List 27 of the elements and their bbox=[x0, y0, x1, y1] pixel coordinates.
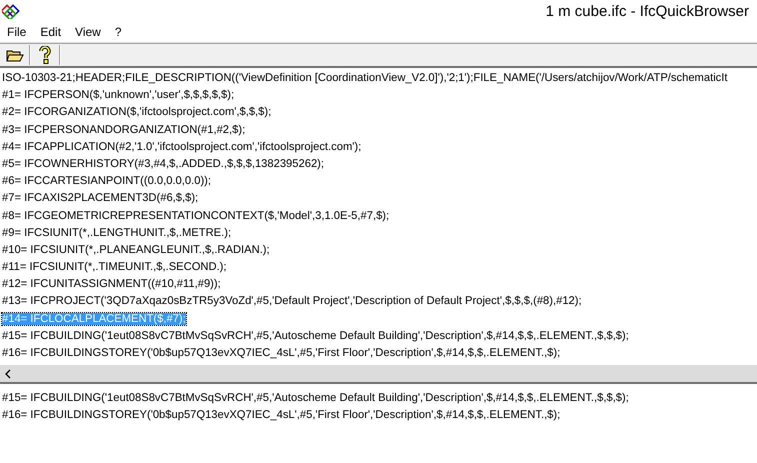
question-mark-icon bbox=[39, 46, 51, 64]
menu-item[interactable]: Edit bbox=[35, 25, 66, 39]
code-line[interactable]: #16= IFCBUILDINGSTOREY('0b$up57Q13evXQ7IEC_4sL',#5,'First Floor','Description',$,#14,$,$,.ELEMENT.,$); bbox=[2, 347, 560, 359]
code-line[interactable]: #4= IFCAPPLICATION(#2,'1.0','ifctoolsproject.com','ifctoolsproject.com'); bbox=[2, 140, 362, 153]
window-title: 1 m cube.ifc - IfcQuickBrowser bbox=[546, 2, 749, 20]
code-line[interactable]: #11= IFCSIUNIT(*,.TIMEUNIT.,$,.SECOND.); bbox=[2, 261, 227, 274]
app-logo-icon bbox=[2, 3, 22, 19]
horizontal-scrollbar[interactable] bbox=[0, 365, 757, 384]
code-line[interactable]: #5= IFCOWNERHISTORY(#3,#4,$,.ADDED.,$,$,$,1382395262); bbox=[2, 158, 324, 170]
code-line[interactable]: #15= IFCBUILDING('1eut08S8vC7BtMvSqSvRCH',#5,'Autoscheme Default Building','Description',$,#14,$,$,.ELEMENT.,$,$,$); bbox=[2, 392, 629, 404]
menu-item[interactable]: File bbox=[2, 25, 32, 39]
code-line[interactable]: #3= IFCPERSONANDORGANIZATION(#1,#2,$); bbox=[2, 124, 246, 136]
code-line[interactable]: #7= IFCAXIS2PLACEMENT3D(#6,$,$); bbox=[2, 192, 198, 204]
code-line[interactable]: #12= IFCUNITASSIGNMENT((#10,#11,#9)); bbox=[2, 278, 221, 290]
code-line[interactable]: #1= IFCPERSON($,'unknown','user',$,$,$,$,$); bbox=[2, 89, 234, 102]
code-line[interactable]: #2= IFCORGANIZATION($,'ifctoolsproject.com',$,$,$); bbox=[2, 106, 272, 118]
code-line[interactable]: #15= IFCBUILDING('1eut08S8vC7BtMvSqSvRCH',#5,'Autoscheme Default Building','Description',$,#14,$,$,.ELEMENT.,$,$,$); bbox=[2, 330, 629, 342]
code-line[interactable]: #13= IFCPROJECT('3QD7aXqaz0sBzTR5y3VoZd',#5,'Default Project','Description of Default Project',$,$,$,(#8),#12); bbox=[2, 295, 582, 308]
menu-item[interactable]: View bbox=[70, 25, 106, 39]
code-line[interactable]: #9= IFCSIUNIT(*,.LENGTHUNIT.,$,.METRE.); bbox=[2, 226, 232, 239]
folder-icon bbox=[6, 48, 24, 62]
code-line[interactable]: #10= IFCSIUNIT(*,.PLANEANGLEUNIT.,$,.RADIAN.); bbox=[2, 244, 270, 256]
code-line[interactable]: ISO-10303-21;HEADER;FILE_DESCRIPTION(('ViewDefinition [CoordinationView_V2.0]'),'2;1');FILE_NAME('/Users/atchijov/Work/ATP/schematicIt bbox=[2, 72, 728, 84]
code-line[interactable]: #16= IFCBUILDINGSTOREY('0b$up57Q13evXQ7IEC_4sL',#5,'First Floor','Description',$,#14,$,$,.ELEMENT.,$); bbox=[2, 409, 560, 421]
menu-item[interactable]: ? bbox=[110, 25, 127, 39]
code-line[interactable]: #8= IFCGEOMETRICREPRESENTATIONCONTEXT($,'Model',3,1.0E-5,#7,$); bbox=[2, 210, 390, 222]
code-line[interactable]: #6= IFCCARTESIANPOINT((0.0,0.0,0.0)); bbox=[2, 175, 212, 188]
